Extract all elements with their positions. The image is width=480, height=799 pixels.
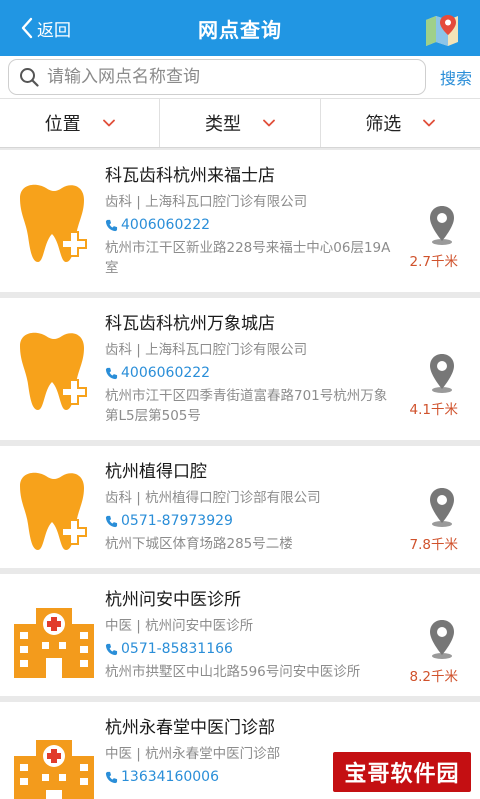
- search-box: [8, 59, 426, 95]
- clinic-address: 杭州市拱墅区中山北路596号问安中医诊所: [105, 664, 361, 680]
- clinic-info: 杭州植得口腔 齿科 | 杭州植得口腔门诊部有限公司 0571-87973929 …: [105, 460, 398, 554]
- phone-icon: [105, 367, 118, 379]
- chevron-down-icon: [423, 119, 436, 127]
- clinic-address: 杭州市江干区新业路228号来福士中心06层19A室: [105, 240, 391, 276]
- search-icon: [20, 68, 39, 87]
- phone-icon: [105, 771, 118, 783]
- filter-screen[interactable]: 筛选: [321, 99, 480, 147]
- clinic-address: 杭州下城区体育场路285号二楼: [105, 536, 293, 552]
- phone-number: 0571-85831166: [121, 641, 233, 657]
- watermark: 宝哥软件园: [331, 750, 473, 794]
- hospital-icon: [14, 608, 94, 678]
- clinic-info: 科瓦齿科杭州来福士店 齿科 | 上海科瓦口腔门诊有限公司 4006060222 …: [105, 164, 398, 278]
- phone-number: 0571-87973929: [121, 513, 233, 529]
- phone-number: 4006060222: [121, 365, 211, 381]
- chevron-down-icon: [102, 119, 115, 127]
- distance-label: 7.8千米: [409, 537, 458, 553]
- search-input[interactable]: [47, 67, 407, 87]
- location-pin-icon[interactable]: [426, 204, 458, 246]
- filter-location[interactable]: 位置: [0, 99, 161, 147]
- chevron-down-icon: [263, 119, 275, 127]
- filter-label: 位置: [44, 114, 81, 135]
- clinic-info: 杭州问安中医诊所 中医 | 杭州问安中医诊所 0571-85831166 杭州市…: [105, 588, 398, 682]
- filter-label: 类型: [204, 114, 241, 135]
- location-pin-icon[interactable]: [426, 352, 458, 394]
- distance-label: 8.2千米: [409, 669, 458, 685]
- map-icon[interactable]: [424, 12, 460, 48]
- phone-icon: [105, 515, 118, 527]
- filter-label: 筛选: [365, 114, 402, 135]
- clinic-category: 中医 | 杭州问安中医诊所: [105, 618, 254, 634]
- tooth-icon: [20, 332, 87, 410]
- clinic-name: 杭州永春堂中医门诊部: [105, 718, 275, 738]
- tooth-icon: [20, 184, 87, 262]
- hospital-icon: [14, 740, 94, 799]
- phone-icon: [105, 643, 118, 655]
- clinic-phone[interactable]: 4006060222: [105, 362, 398, 384]
- clinic-info: 科瓦齿科杭州万象城店 齿科 | 上海科瓦口腔门诊有限公司 4006060222 …: [105, 312, 398, 426]
- distance-label: 2.7千米: [409, 254, 458, 270]
- list-item[interactable]: 科瓦齿科杭州来福士店 齿科 | 上海科瓦口腔门诊有限公司 4006060222 …: [0, 150, 480, 292]
- list-item[interactable]: 杭州植得口腔 齿科 | 杭州植得口腔门诊部有限公司 0571-87973929 …: [0, 446, 480, 568]
- phone-icon: [105, 219, 118, 231]
- tooth-icon: [20, 472, 87, 550]
- list-item[interactable]: 杭州问安中医诊所 中医 | 杭州问安中医诊所 0571-85831166 杭州市…: [0, 574, 480, 696]
- search-button[interactable]: 搜索: [440, 65, 472, 89]
- clinic-category: 齿科 | 上海科瓦口腔门诊有限公司: [105, 194, 308, 210]
- filter-type[interactable]: 类型: [160, 99, 321, 147]
- filter-bar: 位置 类型 筛选: [0, 98, 480, 148]
- clinic-name: 杭州植得口腔: [105, 462, 207, 482]
- location-pin-icon[interactable]: [426, 618, 458, 660]
- list-item[interactable]: 科瓦齿科杭州万象城店 齿科 | 上海科瓦口腔门诊有限公司 4006060222 …: [0, 298, 480, 440]
- top-bar: 返回 网点查询: [0, 0, 480, 56]
- search-row: 搜索: [0, 56, 480, 98]
- clinic-name: 科瓦齿科杭州来福士店: [105, 166, 275, 186]
- clinic-phone[interactable]: 4006060222: [105, 214, 398, 236]
- location-pin-icon[interactable]: [426, 486, 458, 528]
- clinic-address: 杭州市江干区四季青街道富春路701号杭州万象第L5层第505号: [105, 388, 388, 424]
- clinic-phone[interactable]: 0571-87973929: [105, 510, 398, 532]
- clinic-name: 科瓦齿科杭州万象城店: [105, 314, 275, 334]
- phone-number: 13634160006: [121, 769, 219, 785]
- clinic-category: 齿科 | 杭州植得口腔门诊部有限公司: [105, 490, 321, 506]
- clinic-name: 杭州问安中医诊所: [105, 590, 241, 610]
- page-title: 网点查询: [198, 18, 282, 42]
- clinic-phone[interactable]: 0571-85831166: [105, 638, 398, 660]
- clinic-category: 齿科 | 上海科瓦口腔门诊有限公司: [105, 342, 308, 358]
- distance-label: 4.1千米: [409, 402, 458, 418]
- phone-number: 4006060222: [121, 217, 211, 233]
